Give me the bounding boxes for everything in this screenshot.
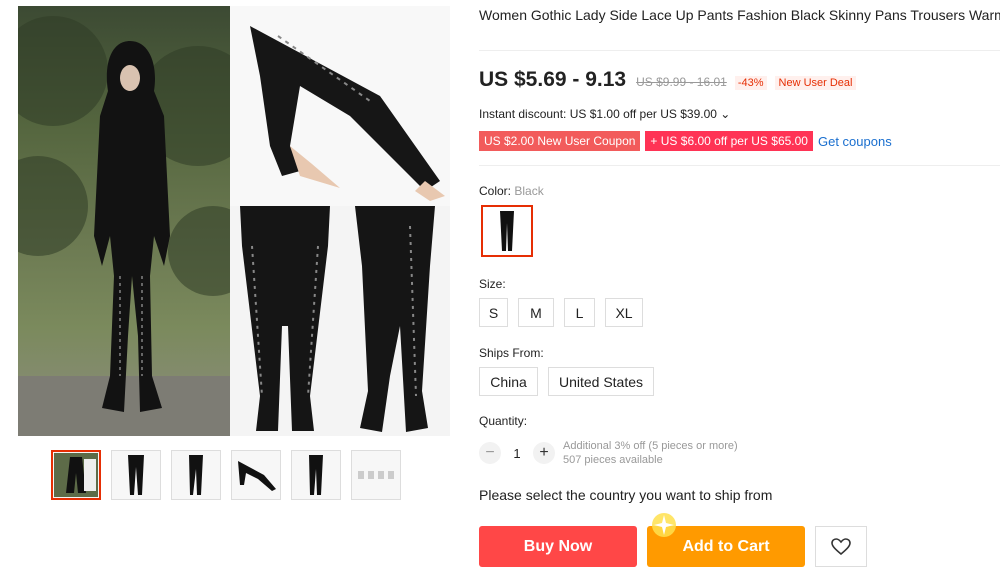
quantity-value[interactable]: 1 xyxy=(501,446,533,461)
bulk-discount-text: Additional 3% off (5 pieces or more) xyxy=(563,440,738,452)
model-figure xyxy=(94,41,170,412)
product-info: Women Gothic Lady Side Lace Up Pants Fas… xyxy=(479,0,1000,567)
quantity-increase-button[interactable]: + xyxy=(533,442,555,464)
size-option-m[interactable]: M xyxy=(518,298,554,327)
price: US $5.69 - 9.13 xyxy=(479,68,627,91)
color-option-black[interactable] xyxy=(481,205,533,257)
quantity-label: Quantity: xyxy=(479,414,528,428)
quantity-stepper: − 1 + Additional 3% off (5 pieces or mor… xyxy=(479,439,738,467)
thumbnail-1[interactable] xyxy=(51,450,101,500)
heart-icon xyxy=(831,537,851,555)
divider xyxy=(479,50,1000,51)
color-selected: Black xyxy=(514,184,544,198)
wishlist-button[interactable] xyxy=(815,526,867,567)
size-option-l[interactable]: L xyxy=(564,298,595,327)
coupon-row: US $2.00 New User Coupon + US $6.00 off … xyxy=(479,131,892,151)
store-coupon[interactable]: + US $6.00 off per US $65.00 xyxy=(645,131,813,151)
leggings-swatch-icon xyxy=(500,211,514,251)
get-coupons-link[interactable]: Get coupons xyxy=(818,134,892,149)
ships-from-united-states[interactable]: United States xyxy=(548,367,654,396)
quantity-decrease-button[interactable]: − xyxy=(479,442,501,464)
main-product-image[interactable] xyxy=(18,6,450,436)
product-title: Women Gothic Lady Side Lace Up Pants Fas… xyxy=(479,7,1000,23)
discount-badge: -43% xyxy=(734,76,767,90)
sparkle-icon xyxy=(652,513,676,537)
divider xyxy=(479,165,1000,166)
price-row: US $5.69 - 9.13 US $9.99 - 16.01 -43% Ne… xyxy=(479,68,857,92)
color-label: Color: Black xyxy=(479,184,544,198)
thumbnail-strip xyxy=(51,450,401,500)
size-option-s[interactable]: S xyxy=(479,298,508,327)
stock-text: 507 pieces available xyxy=(563,454,663,466)
buy-now-button[interactable]: Buy Now xyxy=(479,526,637,567)
quantity-info: Additional 3% off (5 pieces or more) 507… xyxy=(563,439,738,467)
deal-badge: New User Deal xyxy=(774,76,857,90)
size-options: S M L XL xyxy=(479,298,653,327)
side-view-photo xyxy=(340,206,450,436)
instant-discount[interactable]: Instant discount: US $1.00 off per US $3… xyxy=(479,107,730,121)
thumbnail-2[interactable] xyxy=(111,450,161,500)
thumbnail-5[interactable] xyxy=(291,450,341,500)
ships-from-options: China United States xyxy=(479,367,664,396)
legs-photo xyxy=(230,6,450,206)
ships-from-china[interactable]: China xyxy=(479,367,538,396)
size-option-xl[interactable]: XL xyxy=(605,298,643,327)
front-view-photo xyxy=(230,206,340,436)
new-user-coupon[interactable]: US $2.00 New User Coupon xyxy=(479,131,641,151)
size-label: Size: xyxy=(479,277,506,291)
ships-from-label: Ships From: xyxy=(479,346,544,360)
original-price: US $9.99 - 16.01 xyxy=(636,75,727,89)
product-gallery xyxy=(0,0,460,567)
thumbnail-4[interactable] xyxy=(231,450,281,500)
model-photo xyxy=(18,6,230,436)
thumbnail-6[interactable] xyxy=(351,450,401,500)
thumbnail-3[interactable] xyxy=(171,450,221,500)
ship-country-message: Please select the country you want to sh… xyxy=(479,487,773,503)
